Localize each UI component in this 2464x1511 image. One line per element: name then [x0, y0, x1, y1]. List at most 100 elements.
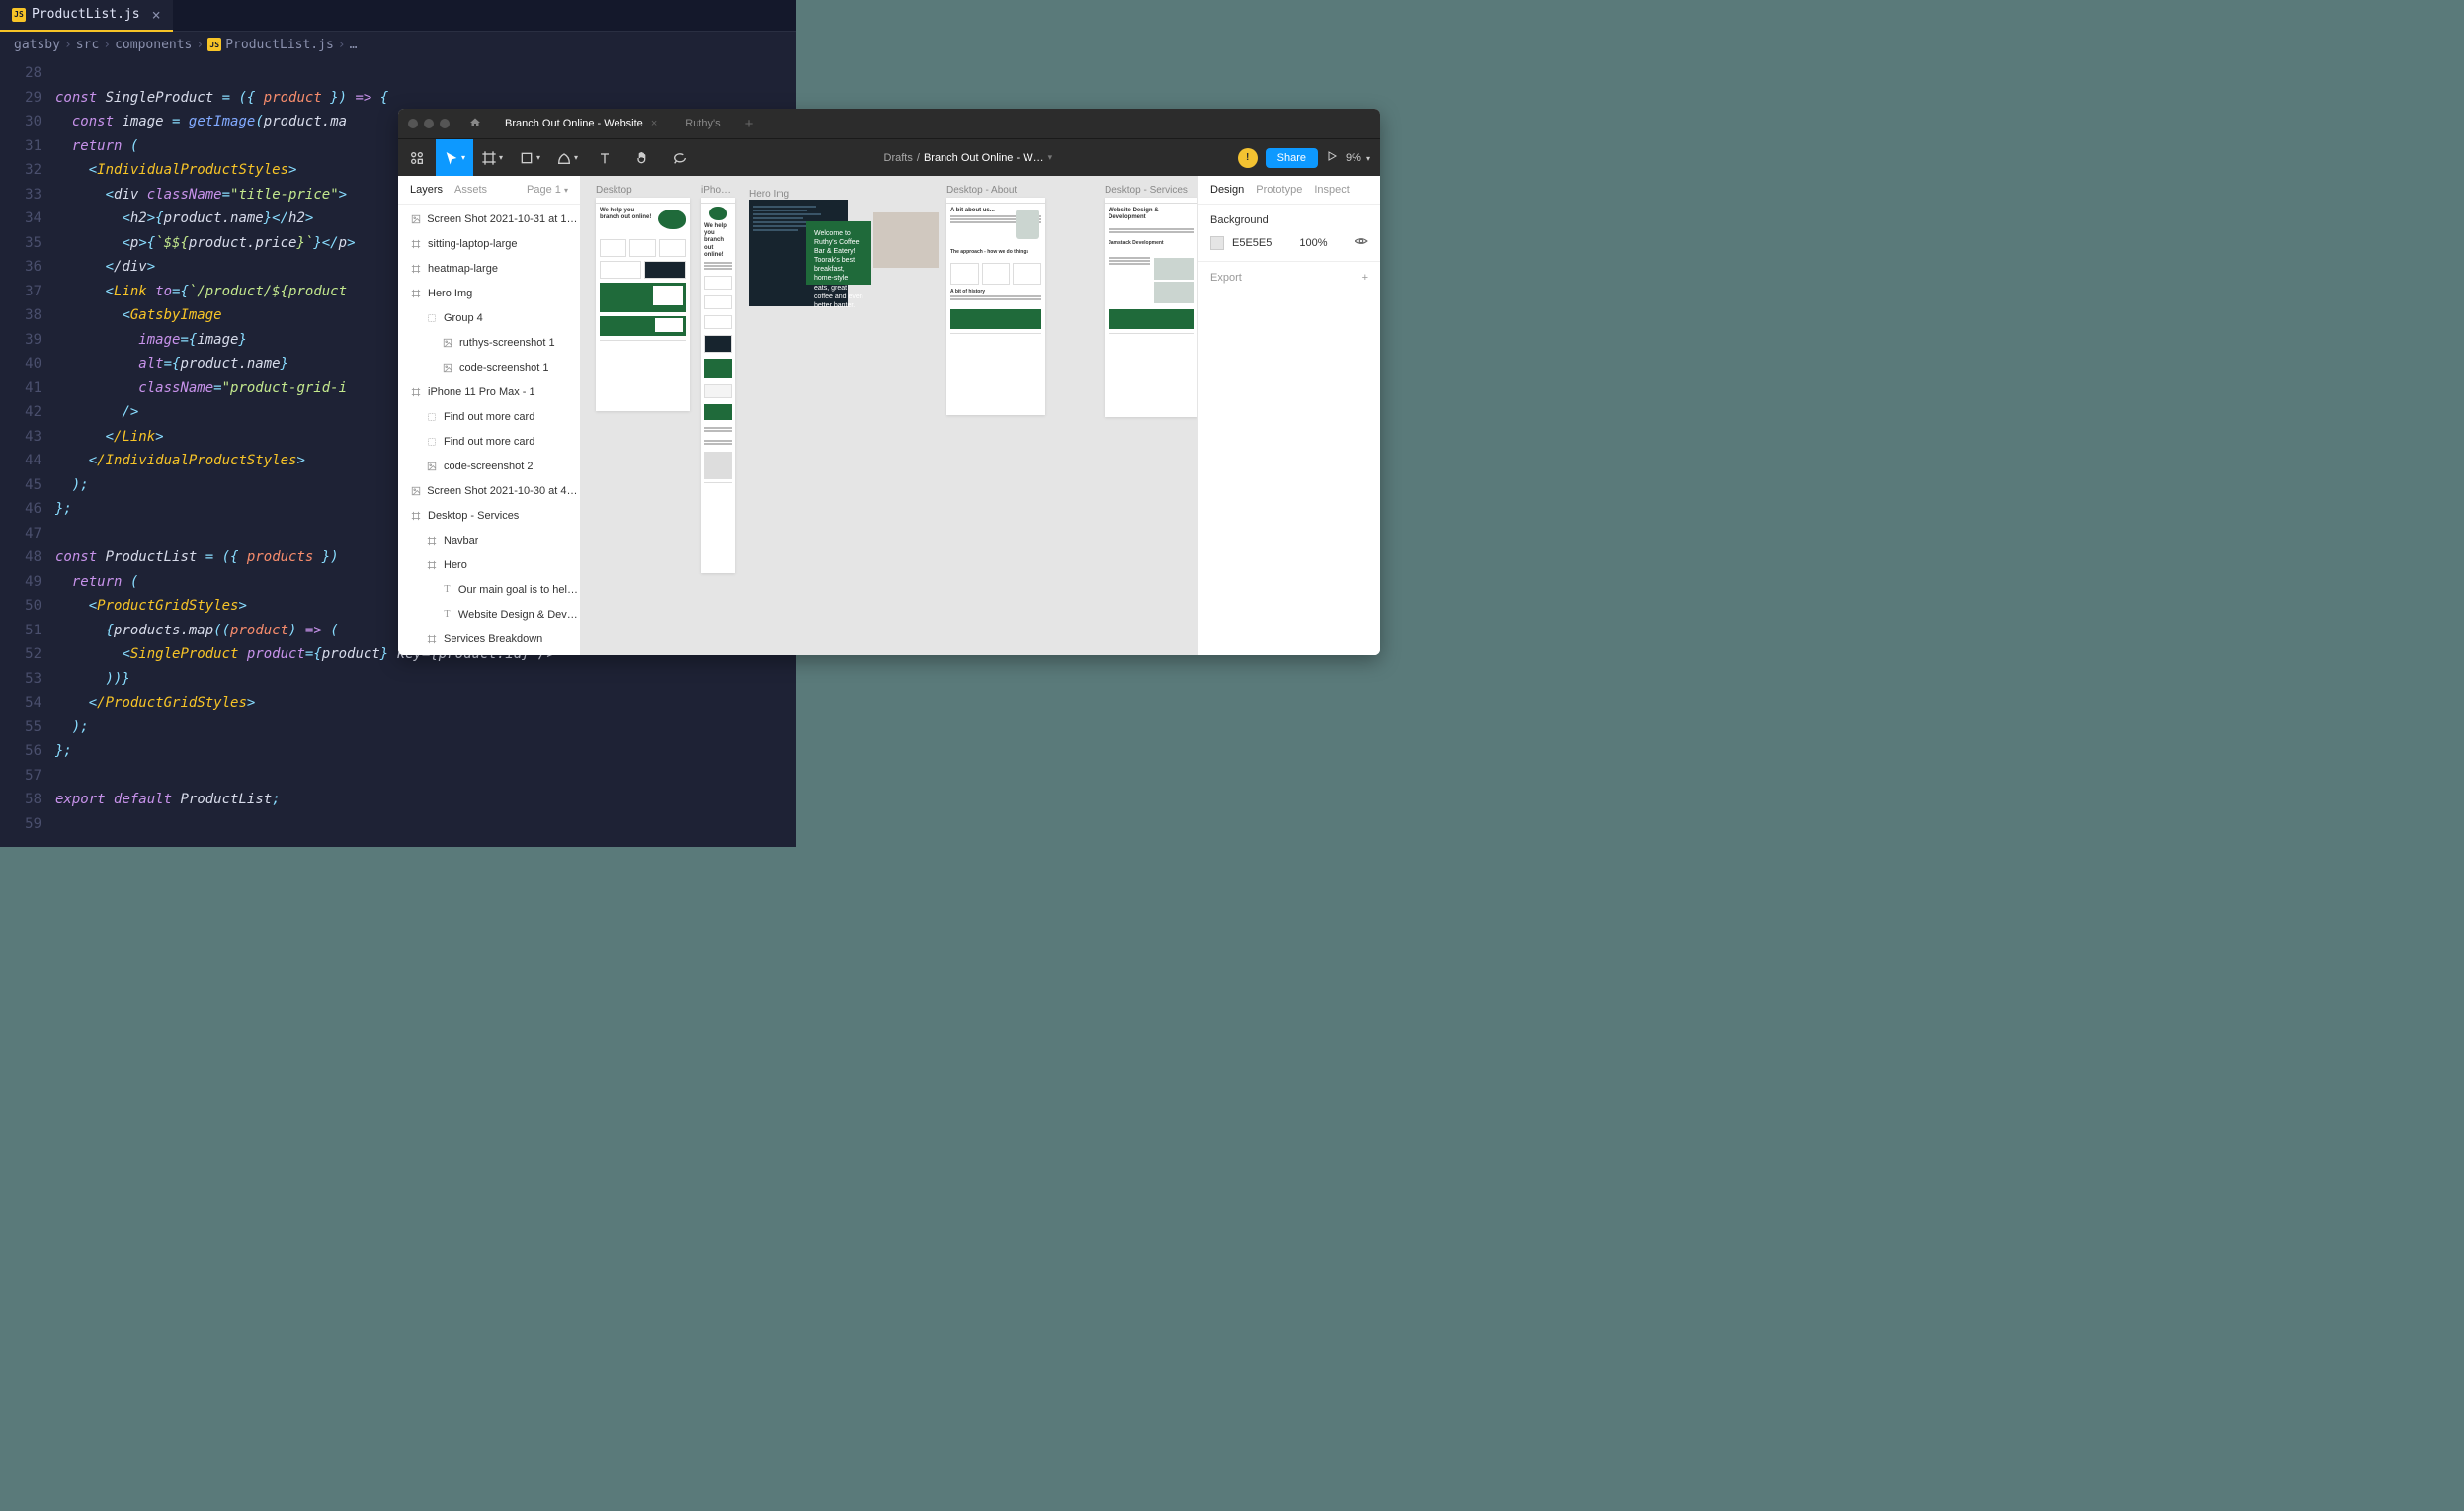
user-avatar[interactable]: ! — [1238, 148, 1258, 168]
frame-services[interactable]: Website Design & Development Jamstack De… — [1105, 198, 1197, 417]
chevron-down-icon: ▾ — [461, 153, 465, 162]
frame-icon — [410, 386, 422, 398]
layer-label: code-screenshot 1 — [459, 362, 549, 374]
layer-label: Website Design & Develo… — [458, 609, 580, 621]
tab-design[interactable]: Design — [1210, 184, 1244, 196]
breadcrumb-part: gatsby — [14, 38, 60, 52]
frame-label[interactable]: Desktop - Services — [1105, 185, 1188, 196]
gutter: 2829303132333435363738394041424344454647… — [0, 57, 55, 847]
frame-desktop[interactable]: We help you branch out online! — [596, 198, 690, 411]
layer-row[interactable]: Services Breakdown — [398, 627, 580, 651]
layer-row[interactable]: heatmap-large — [398, 256, 580, 281]
file-name: Branch Out Online - W… — [924, 152, 1044, 164]
export-section[interactable]: Export + — [1198, 262, 1380, 294]
color-swatch[interactable] — [1210, 236, 1224, 250]
chevron-right-icon: › — [103, 38, 111, 52]
layer-row[interactable]: code-screenshot 2 — [398, 454, 580, 478]
background-row[interactable]: E5E5E5 100% — [1210, 234, 1368, 251]
image-icon — [410, 485, 421, 497]
image-icon — [442, 362, 453, 374]
layer-label: Find out more card — [444, 436, 534, 448]
layer-row[interactable]: Group 4 — [398, 305, 580, 330]
background-title: Background — [1210, 214, 1368, 226]
present-button[interactable] — [1326, 150, 1338, 165]
vscode-tab-productlist[interactable]: JS ProductList.js × — [0, 0, 173, 32]
plus-icon[interactable]: + — [1362, 272, 1368, 284]
layer-label: Desktop - Services — [428, 510, 519, 522]
home-icon[interactable] — [459, 117, 491, 131]
frame-about[interactable]: A bit about us... The approach - how we … — [946, 198, 1045, 415]
comment-tool-button[interactable] — [661, 139, 698, 177]
layer-row[interactable]: Hero Img — [398, 281, 580, 305]
layer-tree[interactable]: Screen Shot 2021-10-31 at 1.16 1 sitting… — [398, 205, 580, 655]
file-tab-label: Ruthy's — [685, 118, 720, 129]
frame-icon — [410, 510, 422, 522]
frame-label[interactable]: Hero Img — [749, 189, 789, 200]
page-selector[interactable]: Page 1 ▾ — [527, 184, 568, 196]
layer-row[interactable]: Navbar — [398, 528, 580, 552]
pen-tool-button[interactable]: ▾ — [548, 139, 586, 177]
breadcrumb[interactable]: gatsby › src › components › JS ProductLi… — [0, 32, 796, 57]
frame-iphone[interactable]: We help you branch out online! — [701, 198, 735, 573]
toolbar-right: ! Share 9% ▾ — [1238, 148, 1380, 168]
chevron-right-icon: › — [64, 38, 72, 52]
frame-label[interactable]: iPho… — [701, 185, 731, 196]
hand-tool-button[interactable] — [623, 139, 661, 177]
background-hex[interactable]: E5E5E5 — [1232, 237, 1272, 249]
new-tab-button[interactable]: + — [735, 116, 764, 132]
main-menu-button[interactable] — [398, 139, 436, 177]
layer-row[interactable]: ruthys-screenshot 1 — [398, 330, 580, 355]
layer-row[interactable]: Find out more card — [398, 429, 580, 454]
close-icon[interactable]: × — [651, 118, 657, 129]
hero-overlay-image[interactable] — [873, 212, 939, 268]
layer-row[interactable]: Screen Shot 2021-10-30 at 4.45 1 — [398, 478, 580, 503]
file-tab-active[interactable]: Branch Out Online - Website × — [491, 109, 671, 138]
file-location[interactable]: Drafts / Branch Out Online - W… ▾ — [698, 152, 1238, 164]
chevron-down-icon: ▾ — [536, 153, 540, 162]
layer-row[interactable]: iPhone 11 Pro Max - 1 — [398, 379, 580, 404]
layer-label: heatmap-large — [428, 263, 498, 275]
layer-label: Screen Shot 2021-10-31 at 1.16 1 — [427, 213, 580, 225]
layer-row[interactable]: Find out more card — [398, 404, 580, 429]
chevron-down-icon: ▾ — [499, 153, 503, 162]
layer-row[interactable]: sitting-laptop-large — [398, 231, 580, 256]
chevron-down-icon: ▾ — [564, 186, 568, 195]
frame-tool-button[interactable]: ▾ — [473, 139, 511, 177]
background-opacity[interactable]: 100% — [1299, 237, 1327, 249]
layer-label: Hero Img — [428, 288, 472, 299]
frame-label[interactable]: Desktop - About — [946, 185, 1017, 196]
frame-label[interactable]: Desktop — [596, 185, 632, 196]
layer-row[interactable]: T Website Design & Develo… — [398, 602, 580, 627]
breadcrumb-part: src — [76, 38, 99, 52]
image-icon — [410, 213, 421, 225]
tab-inspect[interactable]: Inspect — [1314, 184, 1349, 196]
layer-label: Group 4 — [444, 312, 483, 324]
canvas[interactable]: Desktop We help you branch out online! i… — [581, 176, 1197, 655]
tab-layers[interactable]: Layers — [410, 184, 443, 196]
chevron-down-icon: ▾ — [1366, 154, 1370, 163]
js-file-icon: JS — [12, 8, 26, 22]
shape-tool-button[interactable]: ▾ — [511, 139, 548, 177]
tab-prototype[interactable]: Prototype — [1256, 184, 1302, 196]
visibility-icon[interactable] — [1355, 234, 1368, 251]
layer-row[interactable]: Screen Shot 2021-10-31 at 1.16 1 — [398, 207, 580, 231]
window-controls[interactable] — [398, 119, 459, 128]
tab-close-icon[interactable]: × — [152, 6, 161, 24]
share-button[interactable]: Share — [1266, 148, 1318, 168]
frame-icon — [426, 559, 438, 571]
hero-overlay-text[interactable]: Welcome to Ruthy's Coffee Bar & Eatery! … — [806, 221, 871, 285]
background-section: Background E5E5E5 100% — [1198, 205, 1380, 262]
group-icon — [426, 312, 438, 324]
layer-row[interactable]: Desktop - Services — [398, 503, 580, 528]
tab-assets[interactable]: Assets — [454, 184, 487, 196]
file-tab-inactive[interactable]: Ruthy's — [671, 109, 734, 138]
layer-row[interactable]: Hero — [398, 552, 580, 577]
zoom-control[interactable]: 9% ▾ — [1346, 152, 1370, 164]
layer-row[interactable]: code-screenshot 1 — [398, 355, 580, 379]
frame-icon — [410, 288, 422, 299]
layer-row[interactable]: T Our main goal is to help y… — [398, 577, 580, 602]
frame-icon — [410, 238, 422, 250]
layer-label: Hero — [444, 559, 467, 571]
text-tool-button[interactable] — [586, 139, 623, 177]
move-tool-button[interactable]: ▾ — [436, 139, 473, 177]
